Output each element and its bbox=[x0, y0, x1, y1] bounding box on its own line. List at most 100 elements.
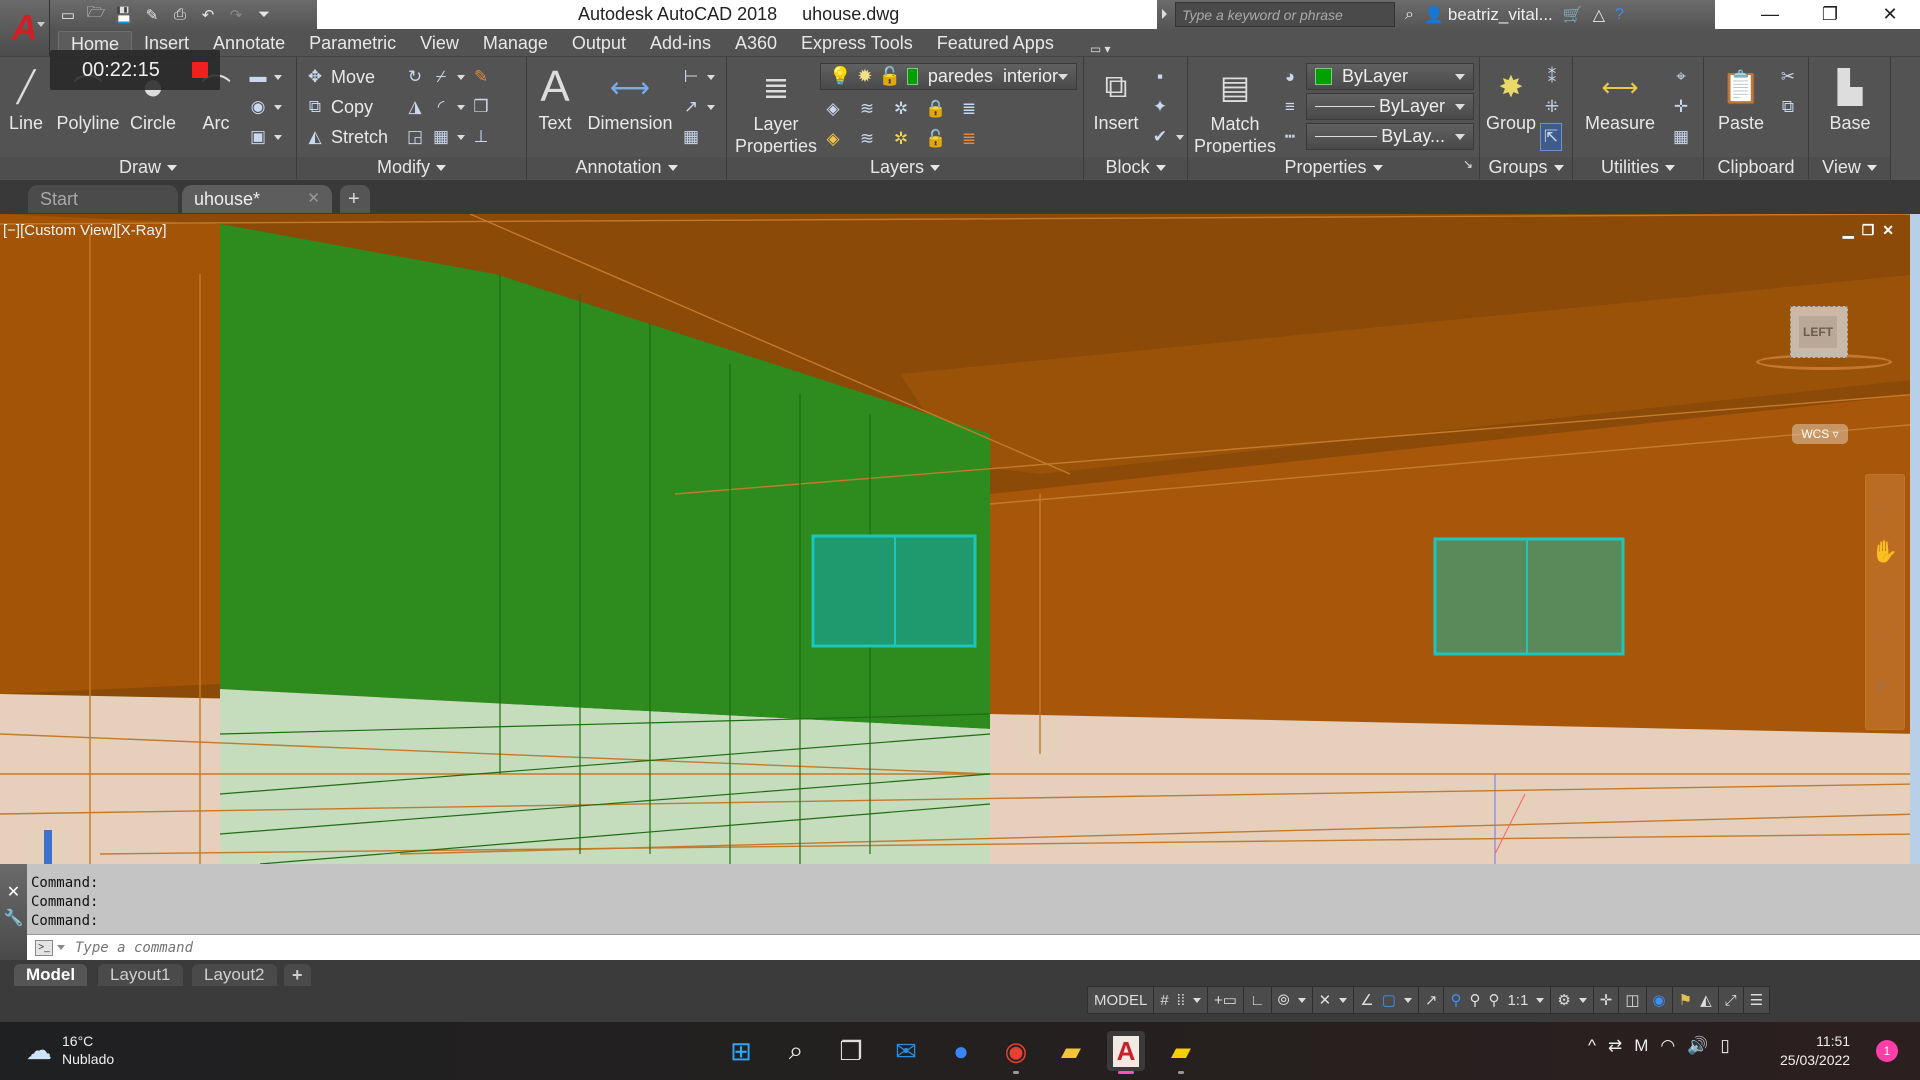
array-icon[interactable]: ▦ bbox=[431, 127, 451, 147]
grid-toggle[interactable]: # ⁞⁞ bbox=[1154, 986, 1209, 1014]
annotation-scale-value[interactable]: 1:1 bbox=[1507, 992, 1528, 1009]
ungroup-button[interactable]: ⁑ bbox=[1542, 63, 1562, 91]
customize-status-bar[interactable]: ☰ bbox=[1744, 986, 1769, 1014]
measure-button[interactable]: ⟷ Measure bbox=[1577, 61, 1663, 134]
polar-toggle[interactable]: ⦾ bbox=[1272, 986, 1313, 1014]
isodraft-toggle[interactable]: ✕ bbox=[1313, 986, 1355, 1014]
tab-manage[interactable]: Manage bbox=[471, 31, 560, 56]
create-block-button[interactable]: ▪ bbox=[1150, 63, 1170, 91]
hatch-button[interactable]: ◉ bbox=[248, 93, 282, 121]
open-icon[interactable]: 🗁 bbox=[86, 4, 106, 24]
wrench-icon[interactable]: 🔧 bbox=[4, 908, 24, 928]
chevron-down-icon[interactable] bbox=[457, 104, 465, 110]
layer-unlock-icon[interactable]: 🔓 bbox=[925, 129, 946, 149]
layout-tab-layout2[interactable]: Layout2 bbox=[192, 964, 277, 986]
line-button[interactable]: ╱ Line bbox=[4, 61, 48, 134]
panel-title-layers[interactable]: Layers bbox=[727, 157, 1083, 179]
rotate-icon[interactable]: ↻ bbox=[405, 67, 425, 87]
quick-select-button[interactable]: ⌖ bbox=[1671, 63, 1691, 91]
autocad-app[interactable]: A bbox=[1107, 1031, 1145, 1074]
copy-clip-button[interactable]: ⧉ bbox=[1778, 93, 1798, 121]
color-dropdown[interactable]: ByLayer bbox=[1306, 63, 1474, 90]
annotation-monitor[interactable]: ✛ bbox=[1594, 986, 1620, 1014]
layer-dropdown[interactable]: 💡 ✹ 🔓 paredes interior bbox=[820, 63, 1077, 90]
notification-badge[interactable]: 1 bbox=[1876, 1040, 1898, 1062]
layer-thaw-icon[interactable]: ✲ bbox=[891, 129, 911, 149]
base-view-button[interactable]: ▙ Base bbox=[1813, 61, 1887, 133]
layout-tab-layout1[interactable]: Layout1 bbox=[98, 964, 183, 986]
explode-icon[interactable]: ❒ bbox=[471, 97, 491, 117]
cut-button[interactable]: ✂ bbox=[1778, 63, 1798, 91]
mail-app[interactable]: ✉ bbox=[887, 1031, 925, 1071]
start-button[interactable]: ⊞ bbox=[722, 1031, 760, 1071]
viewport-restore-icon[interactable]: ❐ bbox=[1862, 222, 1875, 239]
offset-icon[interactable]: ⊥ bbox=[471, 127, 491, 147]
move-button[interactable]: ✥ Move bbox=[305, 63, 375, 91]
showmotion-icon[interactable]: ▶ bbox=[1877, 671, 1894, 697]
scale-icon[interactable]: ◲ bbox=[405, 127, 425, 147]
paste-button[interactable]: 📋 Paste bbox=[1708, 61, 1774, 133]
ribbon-minimize-toggle[interactable]: ▭ ▾ bbox=[1090, 42, 1111, 56]
boundary-button[interactable]: ▣ bbox=[248, 123, 282, 151]
rectangle-button[interactable]: ▬ bbox=[248, 63, 282, 91]
customize-icon[interactable]: ⏷ bbox=[254, 6, 274, 24]
group-edit-button[interactable]: ⁜ bbox=[1542, 93, 1562, 121]
sun-icon[interactable]: ✹ bbox=[857, 66, 872, 87]
wifi-icon[interactable]: ◠ bbox=[1660, 1036, 1675, 1056]
layer-isolate-icon[interactable]: ≋ bbox=[857, 99, 877, 119]
orbit-icon[interactable]: ⟳ bbox=[1876, 627, 1894, 653]
layer-properties-button[interactable]: ≣ Layer Properties bbox=[731, 61, 821, 153]
viewcube-face-left[interactable]: LEFT bbox=[1799, 316, 1837, 348]
copy-button[interactable]: ⧉ Copy bbox=[305, 93, 373, 121]
mirror-icon[interactable]: ◮ bbox=[405, 97, 425, 117]
application-menu-button[interactable]: A bbox=[0, 0, 50, 56]
close-button[interactable]: ✕ bbox=[1860, 0, 1920, 29]
panel-title-clipboard[interactable]: Clipboard bbox=[1704, 157, 1808, 179]
tab-express-tools[interactable]: Express Tools bbox=[789, 31, 925, 56]
task-view-button[interactable]: ❐ bbox=[832, 1031, 870, 1071]
sticky-notes-app[interactable]: ▰ bbox=[1162, 1031, 1200, 1074]
viewport-minimize-icon[interactable]: ▁ bbox=[1843, 222, 1854, 239]
layer-freeze-icon[interactable]: ✲ bbox=[891, 99, 911, 119]
annotation-visibility[interactable]: ⚲ ⚲ ⚲ 1:1 bbox=[1444, 986, 1552, 1014]
network-transfer-icon[interactable]: ⇄ bbox=[1608, 1036, 1622, 1056]
redo-icon[interactable]: ↷ bbox=[226, 6, 246, 24]
binoculars-icon[interactable]: ⌕ bbox=[1405, 6, 1414, 24]
tab-add-ins[interactable]: Add-ins bbox=[638, 31, 723, 56]
lineweight-dropdown[interactable]: ByLayer bbox=[1306, 93, 1474, 120]
new-icon[interactable]: ▭ bbox=[58, 6, 78, 24]
edit-block-button[interactable]: ✦ bbox=[1150, 93, 1170, 121]
table-button[interactable]: ▦ bbox=[681, 123, 701, 151]
viewport-controls-label[interactable]: [−][Custom View][X-Ray] bbox=[3, 222, 167, 239]
undo-icon[interactable]: ↶ bbox=[198, 6, 218, 24]
panel-title-annotation[interactable]: Annotation bbox=[527, 157, 726, 179]
layer-off-icon[interactable]: ◈ bbox=[823, 99, 843, 119]
dimension-button[interactable]: ⟷ Dimension bbox=[587, 61, 673, 134]
save-icon[interactable]: 💾 bbox=[114, 6, 134, 24]
plot-icon[interactable]: ⎙ bbox=[170, 6, 190, 24]
panel-title-block[interactable]: Block bbox=[1084, 157, 1187, 179]
add-layout-button[interactable]: + bbox=[284, 964, 311, 986]
group-button[interactable]: ✸ Group bbox=[1482, 61, 1540, 134]
hardware-acceleration[interactable]: ◉ bbox=[1647, 986, 1673, 1014]
help-search-input[interactable]: Type a keyword or phrase bbox=[1175, 2, 1395, 27]
command-input[interactable] bbox=[75, 939, 675, 956]
id-point-button[interactable]: ✛ bbox=[1671, 93, 1691, 121]
drawing-viewport[interactable]: [−][Custom View][X-Ray] ▁ ❐ ✕ LEFT WCS ▿… bbox=[0, 214, 1920, 864]
file-tab-start[interactable]: Start bbox=[28, 185, 178, 213]
panel-title-properties[interactable]: Properties ↘ bbox=[1188, 157, 1479, 179]
cart-icon[interactable]: 🛒 bbox=[1563, 5, 1583, 25]
minimize-button[interactable]: — bbox=[1740, 0, 1800, 29]
viewport-scrollbar[interactable] bbox=[1910, 214, 1920, 864]
clock[interactable]: 11:51 25/03/2022 bbox=[1780, 1032, 1850, 1070]
file-explorer-app[interactable]: ▰ bbox=[1052, 1031, 1090, 1071]
tab-a360[interactable]: A360 bbox=[723, 31, 789, 56]
panel-title-modify[interactable]: Modify bbox=[297, 157, 526, 179]
layer-lock-icon[interactable]: 🔒 bbox=[925, 99, 946, 119]
search-button[interactable]: ⌕ bbox=[777, 1031, 815, 1071]
match-layer-icon[interactable]: ≣ bbox=[959, 129, 979, 149]
help-icon[interactable]: ? bbox=[1615, 6, 1624, 24]
clean-screen-tools[interactable]: ⚑ ◭ bbox=[1673, 986, 1719, 1014]
zoom-app[interactable]: ● bbox=[942, 1031, 980, 1071]
weather-widget[interactable]: ☁ 16°C Nublado bbox=[26, 1032, 114, 1068]
